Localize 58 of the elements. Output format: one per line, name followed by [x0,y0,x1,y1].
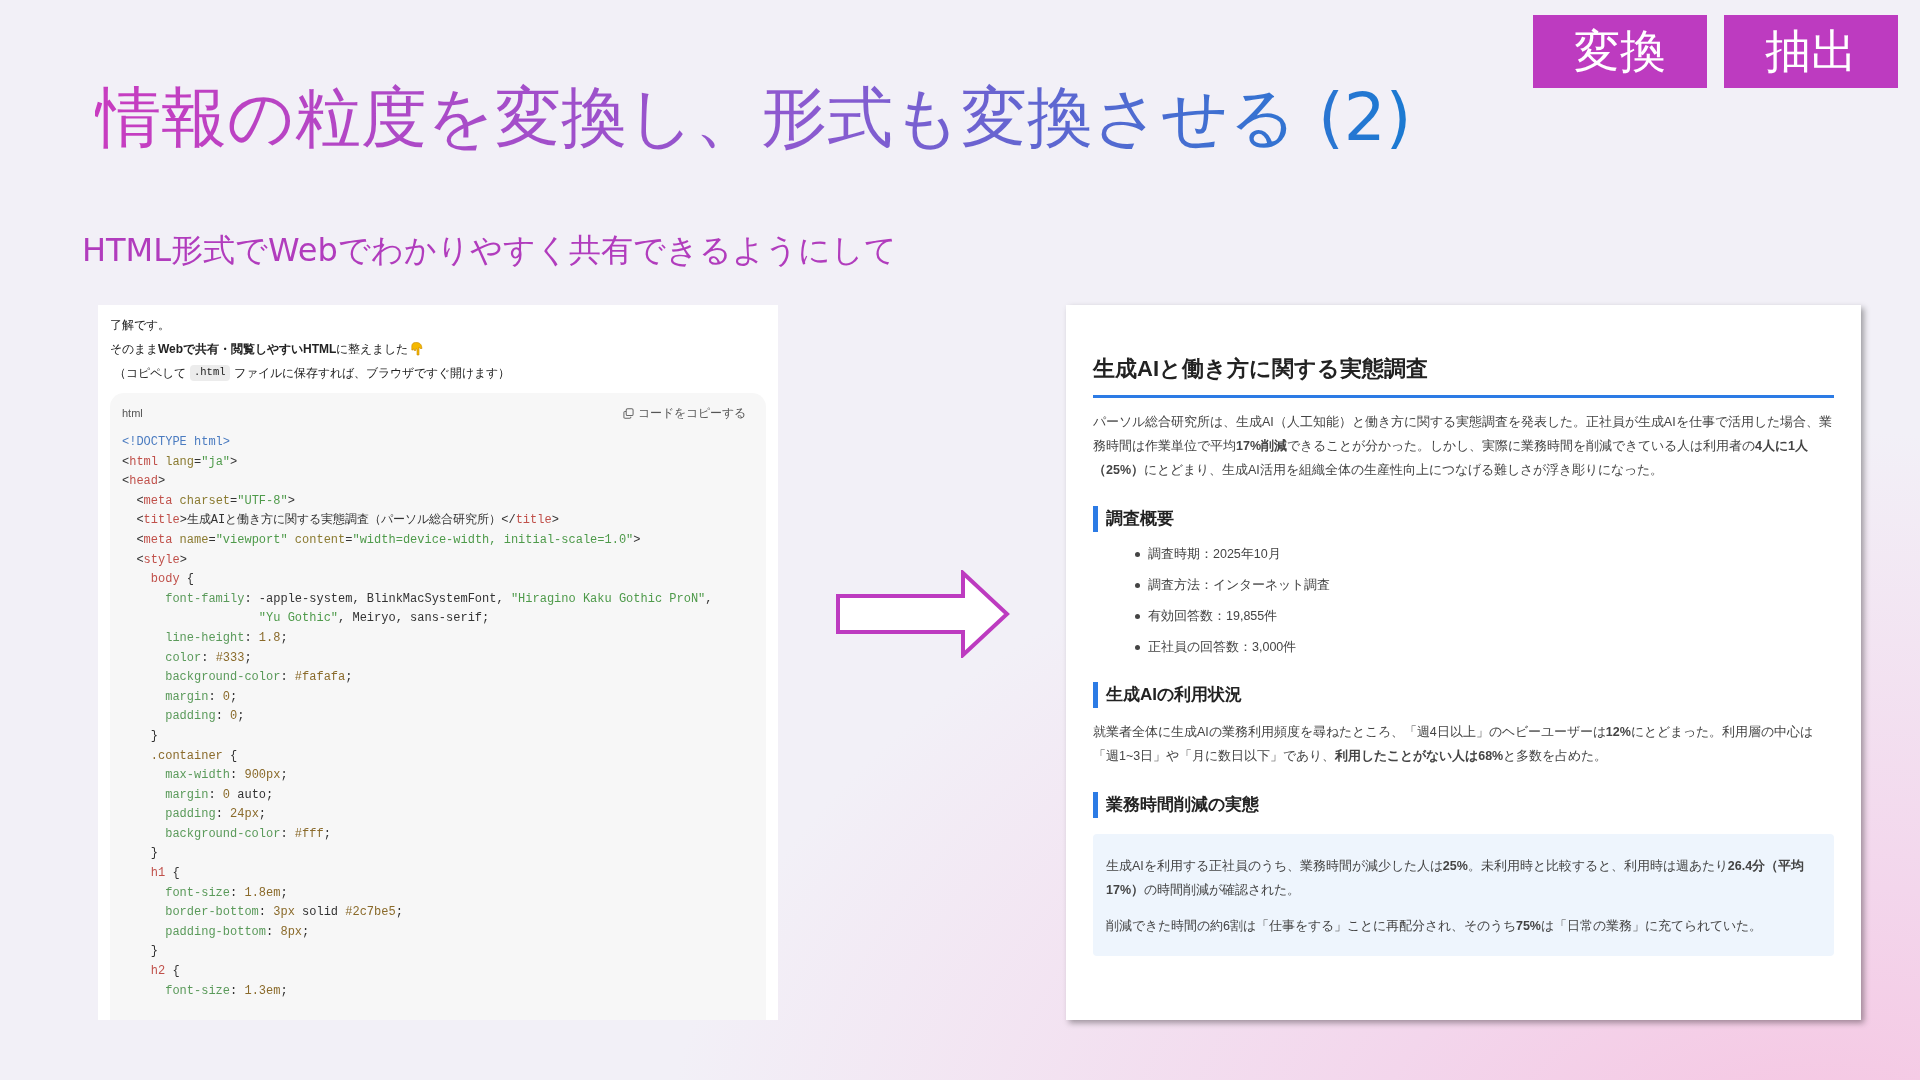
section-heading: 生成AIの利用状況 [1093,682,1834,708]
code-line: padding-bottom: 8px; [164,923,311,941]
tag-label: 変換 [1533,15,1707,88]
right-arrow-icon [835,570,1011,658]
box-paragraph: 削減できた時間の約6割は「仕事をする」ことに再配分され、そのうち75%は「日常の業務」に充てられていた。 [1106,918,1763,935]
chat-text: （コピペして [114,365,186,382]
code-line: padding: 24px; [164,806,268,824]
code-line: max-width: 900px; [164,767,289,785]
box-paragraph: 生成AIを利用する正社員のうち、業務時間が減少した人は25%。未利用時と比較すると、利用時は週あたり26.4分（平均17%）の時間削減が確認された。 [1106,858,1806,899]
chat-text: そのままWebで共有・閲覧しやすいHTMLに整えました [110,341,409,358]
code-line: line-height: 1.8; [164,629,289,647]
intro-paragraph: パーソル総合研究所は、生成AI（人工知能）と働き方に関する実態調査を発表した。正社員が生成AIを仕事で活用した場合、業務時間は作業単位で平均17%削減できることが分かった。しかし、実際に業務時間を削減できている人は利用者の4人に1人（25%）にとどまり、生成AI活用を組織全体の生産性向上につなげる難しさが浮き彫りになった。 [1093,414,1833,479]
code-line: <title>生成AIと働き方に関する実態調査（パーソル総合研究所）</title> [135,512,560,530]
copy-icon [623,407,634,419]
code-line: body { [149,571,195,589]
body-paragraph: 就業者全体に生成AIの業務利用頻度を尋ねたところ、「週4日以上」のヘビーユーザーは12%にとどまった。利用層の中心は「週1~3日」や「月に数日以下」であり、利用したことがない人は68%と多数を占めた。 [1093,724,1814,765]
page-heading: 生成AIと働き方に関する実態調査 [1093,353,1834,398]
bullet-icon [1135,552,1140,557]
code-line: } [149,727,159,745]
section-heading: 調査概要 [1093,506,1834,532]
code-line: font-family: -apple-system, BlinkMacSystemFont, "Hiragino Kaku Gothic ProN", [164,590,714,608]
code-line: <head> [122,473,167,491]
code-line: background-color: #fff; [164,825,332,843]
tag-label: 抽出 [1724,15,1898,88]
code-line: h2 { [149,963,181,981]
list-item-text: 有効回答数：19,855件 [1148,608,1278,625]
inline-code: .html [190,365,230,381]
code-line: font-size: 1.8em; [164,884,289,902]
code-line: .container { [149,747,239,765]
code-line: "Yu Gothic", Meiryo, sans-serif; [257,610,491,628]
bullet-icon [1135,614,1140,619]
code-line: margin: 0 auto; [164,786,275,804]
slide-subtitle: HTML形式でWebでわかりやすく共有できるようにして [82,230,897,271]
code-line: <meta name="viewport" content="width=device-width, initial-scale=1.0"> [135,531,642,549]
pointing-hand-icon [410,342,425,356]
code-line: <!DOCTYPE html> [122,434,232,451]
code-line: padding: 0; [164,708,246,726]
code-line: border-bottom: 3px solid #2c7be5; [164,904,404,922]
code-language-label: html [122,405,143,421]
code-line: } [149,845,159,863]
list-item-text: 正社員の回答数：3,000件 [1148,639,1297,656]
code-line: font-size: 1.3em; [164,982,289,1000]
list-item-text: 調査方法：インターネット調査 [1148,577,1330,594]
bullet-icon [1135,583,1140,588]
bullet-icon [1135,645,1140,650]
code-line: h1 { [149,865,181,883]
code-line: } [149,943,159,961]
code-line: <style> [135,551,188,569]
list-item-text: 調査時期：2025年10月 [1148,546,1281,563]
chat-text: 了解です。 [110,317,171,334]
code-line: color: #333; [164,649,253,667]
code-line: margin: 0; [164,688,239,706]
code-line: <meta charset="UTF-8"> [135,492,296,510]
code-line: <html lang="ja"> [122,453,239,471]
chat-text: ファイルに保存すれば、ブラウザですぐ開けます） [233,365,510,382]
code-line: background-color: #fafafa; [164,669,354,687]
copy-code-button[interactable]: コードをコピーする [623,404,746,422]
section-heading: 業務時間削減の実態 [1093,792,1834,818]
